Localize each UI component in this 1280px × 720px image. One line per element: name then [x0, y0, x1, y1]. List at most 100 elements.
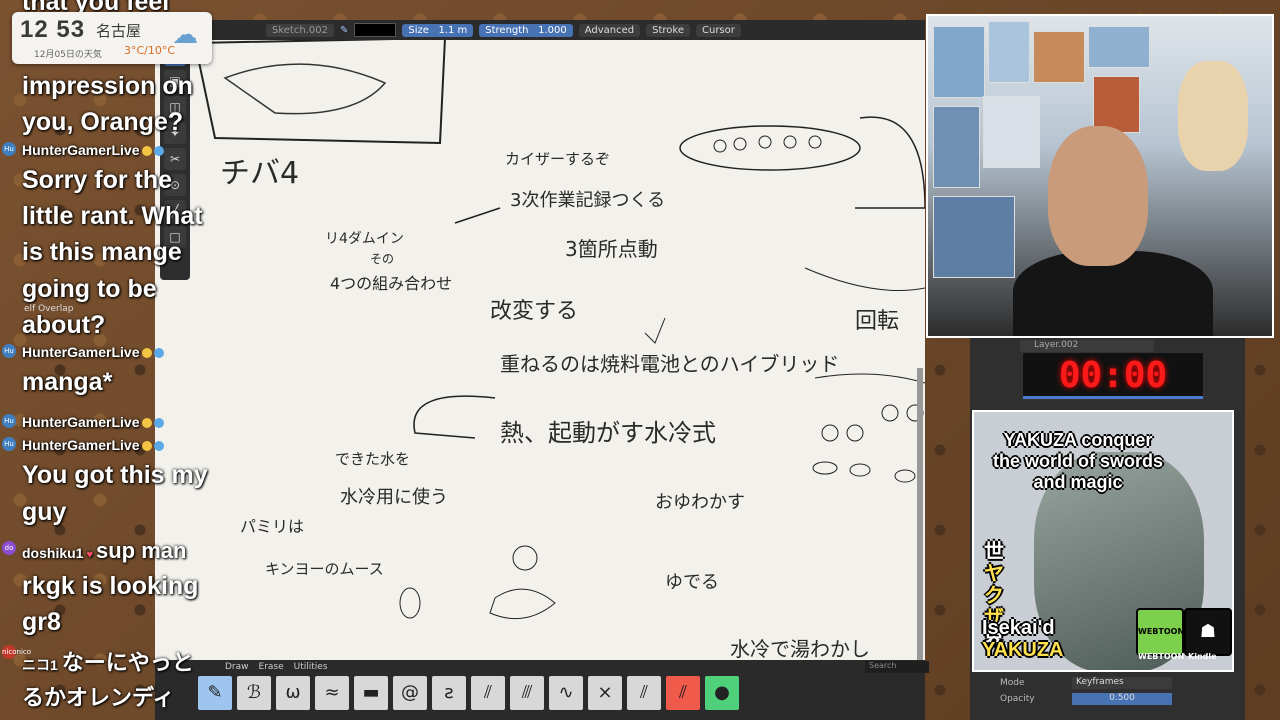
clock-weather-widget: 12 53 名古屋 12月05日の天気 3°C/10°C ☁: [12, 12, 212, 64]
wall-poster: [933, 106, 980, 188]
username-text: HunterGamerLive: [22, 437, 140, 453]
chat-message: Sorry for the: [22, 166, 173, 194]
book-title: YAKUZA conquer the world of swords and m…: [992, 430, 1163, 492]
chat-overlay: that you feel impression on you, Orange?…: [0, 0, 230, 720]
mode-label: Mode: [1000, 678, 1025, 688]
brush-pen-icon[interactable]: ω: [276, 676, 310, 710]
rain-cloud-icon: ☁: [172, 20, 198, 50]
opacity-slider[interactable]: 0.500: [1072, 693, 1172, 705]
brush-blob-icon[interactable]: ●: [705, 676, 739, 710]
brush-round-icon[interactable]: @: [393, 676, 427, 710]
brush-texture-icon[interactable]: ⫻: [510, 676, 544, 710]
jp-char: 世: [984, 539, 1004, 563]
brush-soft-eraser-icon[interactable]: ⨯: [588, 676, 622, 710]
drop-badge-icon: [154, 441, 165, 452]
drop-badge-icon: [154, 348, 165, 359]
wall-poster: [1033, 31, 1085, 83]
brush-ink-icon[interactable]: ℬ: [237, 676, 271, 710]
chat-message: rkgk is looking: [22, 572, 199, 600]
wall-poster: [1093, 76, 1140, 133]
brush-hatch-icon[interactable]: ⫽: [471, 676, 505, 710]
sketch-label: 回転: [855, 309, 900, 334]
tool-header: Sketch.002 ✎ Size 1.1 m Strength 1.000 A…: [190, 20, 925, 40]
pin-icon[interactable]: ✎: [340, 25, 348, 36]
wall-poster: [933, 26, 985, 98]
layer-name-field[interactable]: Layer.002: [1020, 340, 1154, 352]
chat-message: you, Orange?: [22, 108, 184, 136]
chat-message: gr8: [22, 608, 61, 636]
brush-tabs: Draw Erase Utilities: [225, 662, 328, 672]
tab-utilities[interactable]: Utilities: [294, 662, 328, 672]
sketch-name-field[interactable]: Sketch.002: [266, 23, 334, 37]
sketch-label: キンヨーのムース: [265, 560, 384, 578]
chat-username: HunterGamerLive: [22, 142, 165, 158]
user-avatar-icon: niconico: [2, 645, 31, 659]
drawing-canvas[interactable]: チバ4 カイザーするぞ 3次作業記録つくる 3箇所点動 リ4ダムイン その 4つ…: [155, 38, 925, 660]
plush-toy: [1178, 61, 1248, 171]
brush-search-input[interactable]: Search: [865, 661, 929, 673]
brush-stroke-eraser-icon[interactable]: ⫽: [627, 676, 661, 710]
user-avatar-icon: do: [2, 541, 16, 555]
sketch-label: リ4ダムイン: [325, 231, 404, 247]
color-swatch[interactable]: [354, 23, 397, 37]
webcam-feed: [926, 14, 1274, 338]
chat-message: is this mange: [22, 238, 182, 266]
brush-marker-icon[interactable]: ≈: [315, 676, 349, 710]
sketch-label: カイザーするぞ: [505, 150, 611, 168]
wall-poster: [983, 96, 1040, 168]
drop-badge-icon: [154, 418, 165, 429]
heart-badge-icon: ♥: [86, 549, 93, 561]
sun-badge-icon: [142, 418, 153, 429]
brush-red-icon[interactable]: ⫽: [666, 676, 700, 710]
sun-badge-icon: [142, 348, 153, 359]
sketch-label: ゆでる: [665, 572, 719, 593]
timer-value: 00:00: [1058, 355, 1168, 396]
sketch-label: 重ねるのは焼料電池とのハイブリッド: [500, 352, 840, 376]
chat-username: HunterGamerLive: [22, 344, 165, 360]
jp-char: ヤ: [984, 561, 1004, 585]
kindle-caption: Kindle: [1188, 652, 1217, 661]
wall-poster: [933, 196, 1015, 278]
username-text: HunterGamerLive: [22, 414, 140, 430]
chat-message: なーにやっと: [61, 650, 194, 675]
sketch-label: 4つの組み合わせ: [330, 274, 453, 293]
advanced-dropdown[interactable]: Advanced: [578, 23, 641, 37]
sun-badge-icon: [142, 146, 153, 157]
cursor-dropdown[interactable]: Cursor: [696, 23, 741, 37]
sketch-label: おゆわかす: [655, 492, 745, 513]
sketch-label: チバ4: [220, 156, 300, 191]
user-avatar-icon: Hu: [2, 437, 16, 451]
sketch-label: 3箇所点動: [565, 237, 658, 261]
isekai-text: Isekai'd: [982, 617, 1055, 639]
opacity-label: Opacity: [1000, 694, 1035, 704]
wall-poster: [1088, 26, 1150, 68]
sketch-label: 水冷用に使う: [340, 487, 448, 508]
clock-time: 12 53: [20, 16, 86, 43]
username-text: doshiku1: [22, 545, 84, 561]
sketch-label: 改変する: [490, 299, 579, 324]
size-label: Size: [408, 24, 429, 36]
stream-timer: 00:00: [1022, 352, 1204, 400]
size-value: 1.1 m: [438, 24, 468, 36]
drop-badge-icon: [154, 146, 165, 157]
sketch-label: 3次作業記録つくる: [510, 190, 666, 211]
mode-dropdown[interactable]: Keyframes: [1072, 677, 1172, 689]
stroke-dropdown[interactable]: Stroke: [646, 23, 690, 37]
brush-fine-icon[interactable]: ƨ: [432, 676, 466, 710]
yakuza-text: YAKUZA: [982, 639, 1064, 661]
clock-temperature: 3°C/10°C: [124, 44, 176, 57]
strength-field[interactable]: Strength 1.000: [479, 23, 573, 37]
brush-chisel-icon[interactable]: ▬: [354, 676, 388, 710]
sketch-label: その: [370, 252, 395, 266]
kindle-reader-icon: ☗: [1184, 608, 1232, 656]
brush-airbrush-icon[interactable]: ∿: [549, 676, 583, 710]
user-avatar-icon: Hu: [2, 142, 16, 156]
username-text: HunterGamerLive: [22, 344, 140, 360]
overlap-label: elf Overlap: [24, 304, 74, 314]
wall-poster: [988, 21, 1030, 83]
sketch-label: 水冷で湯わかし: [730, 637, 870, 660]
username-text: HunterGamerLive: [22, 142, 140, 158]
size-field[interactable]: Size 1.1 m: [402, 23, 474, 37]
tab-erase[interactable]: Erase: [259, 662, 284, 672]
chat-message: るかオレンディ: [22, 685, 175, 710]
